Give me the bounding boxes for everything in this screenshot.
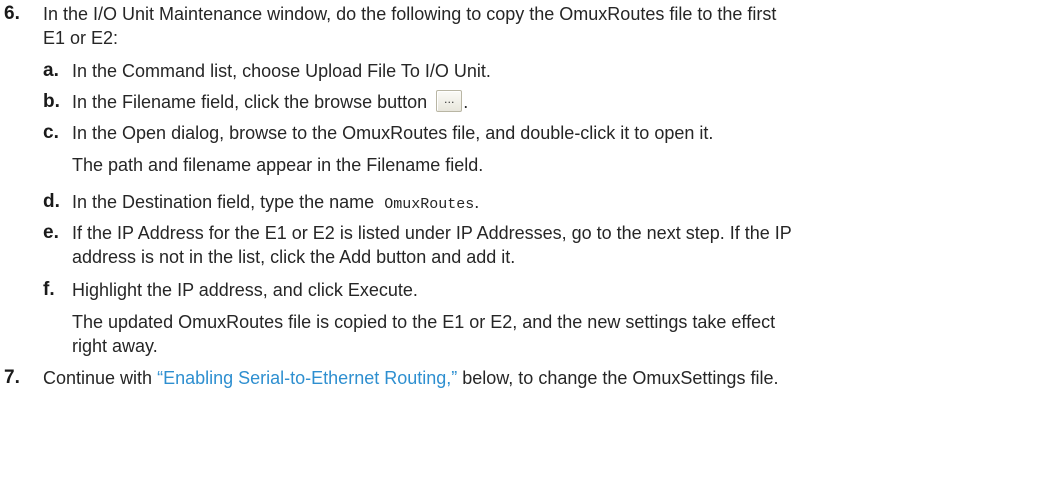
substep-text: If the IP Address for the E1 or E2 is li… (72, 221, 1051, 269)
substep-letter: c. (43, 122, 59, 143)
step-text-before: Continue with (43, 368, 153, 388)
step-number: 7. (4, 367, 20, 388)
substep-text: In the Filename field, click the browse … (72, 90, 1051, 114)
substep-text: Highlight the IP address, and click Exec… (72, 280, 418, 300)
cross-reference-link[interactable]: “Enabling Serial-to-Ethernet Routing,” (157, 368, 457, 388)
substep-letter: b. (43, 91, 60, 112)
substep-text-after: . (474, 192, 480, 212)
browse-button-image: ... (436, 90, 463, 113)
substep-text: In the Command list, choose Upload File … (72, 61, 491, 81)
result-line-1: The updated OmuxRoutes file is copied to… (72, 312, 776, 332)
step-text-line-1: In the I/O Unit Maintenance window, do t… (43, 4, 777, 24)
substep-text: In the Open dialog, browse to the OmuxRo… (72, 123, 714, 143)
step-number: 6. (4, 3, 20, 24)
step-text-line-2: E1 or E2: (43, 28, 119, 48)
substep-text-line-2: address is not in the list, click the Ad… (72, 247, 516, 267)
step-text: In the I/O Unit Maintenance window, do t… (43, 2, 1057, 50)
substep-text: In the Destination field, type the name … (72, 190, 1051, 217)
step-text: Continue with “Enabling Serial-to-Ethern… (43, 366, 1057, 390)
code-filename: OmuxRoutes (384, 196, 475, 213)
result-line-2: right away. (72, 336, 158, 356)
substep-letter: d. (43, 191, 60, 212)
substep-text-before: In the Destination field, type the name (72, 192, 375, 212)
substep-letter: e. (43, 222, 59, 243)
substep-letter: a. (43, 60, 59, 81)
substep-f-result: The updated OmuxRoutes file is copied to… (72, 310, 1051, 358)
substep-text-after: . (463, 92, 469, 112)
instruction-page: 6. In the I/O Unit Maintenance window, d… (0, 0, 1063, 484)
substep-text-line-1: If the IP Address for the E1 or E2 is li… (72, 223, 792, 243)
substep-text-before: In the Filename field, click the browse … (72, 92, 428, 112)
step-text-after: below, to change the OmuxSettings file. (462, 368, 779, 388)
substep-letter: f. (43, 279, 55, 300)
substep-c-result: The path and filename appear in the File… (72, 155, 484, 175)
